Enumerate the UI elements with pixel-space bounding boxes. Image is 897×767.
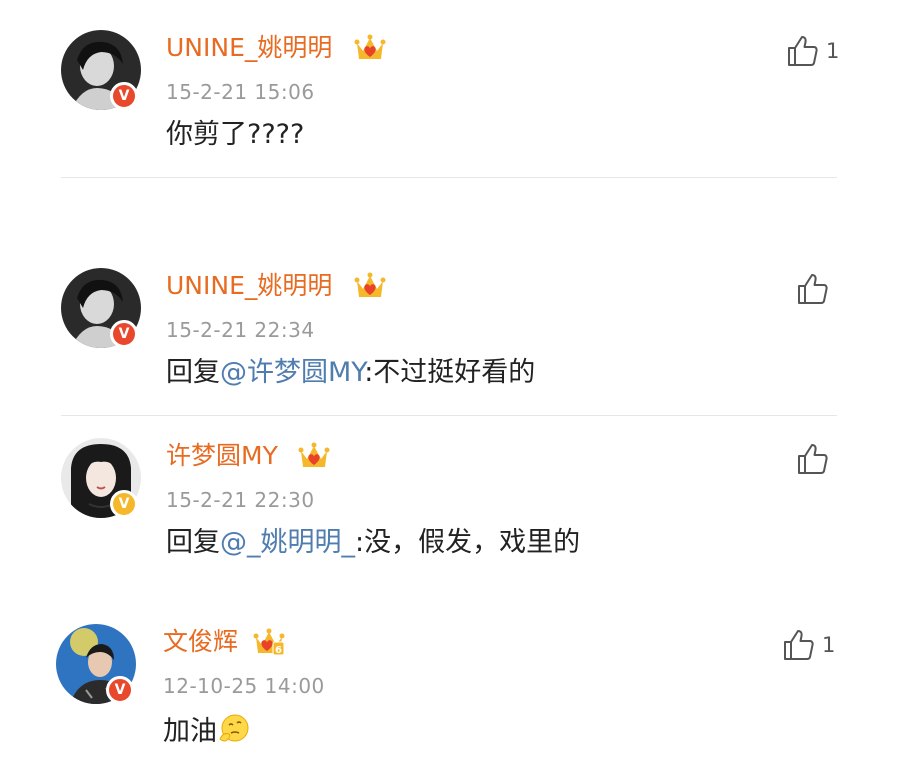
divider [61, 177, 837, 178]
thumbs-up-icon [784, 630, 814, 660]
comment-item: V UNINE_姚明明 15-2-21 22:34 回复@许梦圆MY:不过挺好看… [0, 238, 897, 408]
verified-badge-icon: V [110, 490, 138, 518]
username[interactable]: 文俊辉 [163, 626, 238, 658]
comment-text: 你剪了???? [166, 119, 305, 150]
comment-text: 加油 [163, 712, 251, 749]
reply-text: :没，假发，戏里的 [355, 527, 581, 558]
timestamp: 15-2-21 22:34 [166, 318, 315, 342]
username[interactable]: 许梦圆MY [166, 440, 278, 472]
reply-prefix: 回复 [166, 357, 220, 388]
verified-badge-icon: V [110, 320, 138, 348]
mention-link[interactable]: @_姚明明_ [220, 527, 355, 558]
comment-item: V 许梦圆MY 15-2-21 22:30 回复@_姚明明_:没，假发，戏里的 [0, 408, 897, 578]
like-button[interactable]: 1 [782, 628, 852, 664]
timestamp: 12-10-25 14:00 [163, 674, 325, 698]
comment-item: V 文俊辉 6 12-10-25 14:00 加油 1 [0, 594, 897, 764]
thumbs-up-icon [798, 444, 828, 474]
comment-text-value: 加油 [163, 716, 217, 747]
reply-text: :不过挺好看的 [364, 357, 536, 388]
comment-text: 回复@许梦圆MY:不过挺好看的 [166, 356, 535, 390]
username[interactable]: UNINE_姚明明 [166, 270, 332, 302]
verified-badge-icon: V [110, 82, 138, 110]
thumbs-up-icon [798, 274, 828, 304]
reply-prefix: 回复 [166, 527, 220, 558]
like-count: 1 [826, 39, 840, 63]
mention-link[interactable]: @许梦圆MY [220, 357, 364, 388]
vip-crown-icon [354, 272, 386, 297]
vip-crown-icon [298, 442, 330, 467]
like-button[interactable]: 1 [786, 34, 856, 70]
vip-crown-icon: 6 [253, 628, 285, 656]
vip-crown-icon [354, 34, 386, 59]
like-count: 1 [822, 633, 836, 657]
username[interactable]: UNINE_姚明明 [166, 32, 332, 64]
comment-text: 回复@_姚明明_:没，假发，戏里的 [166, 526, 580, 560]
thumbs-up-icon [788, 36, 818, 66]
timestamp: 15-2-21 22:30 [166, 488, 315, 512]
thinking-face-emoji-icon [219, 714, 249, 742]
verified-badge-icon: V [106, 676, 134, 704]
timestamp: 15-2-21 15:06 [166, 80, 315, 104]
comment-item: V UNINE_姚明明 15-2-21 15:06 你剪了???? 1 [0, 0, 897, 170]
crown-level: 6 [275, 645, 282, 656]
like-button[interactable] [796, 442, 866, 478]
like-button[interactable] [796, 272, 866, 308]
